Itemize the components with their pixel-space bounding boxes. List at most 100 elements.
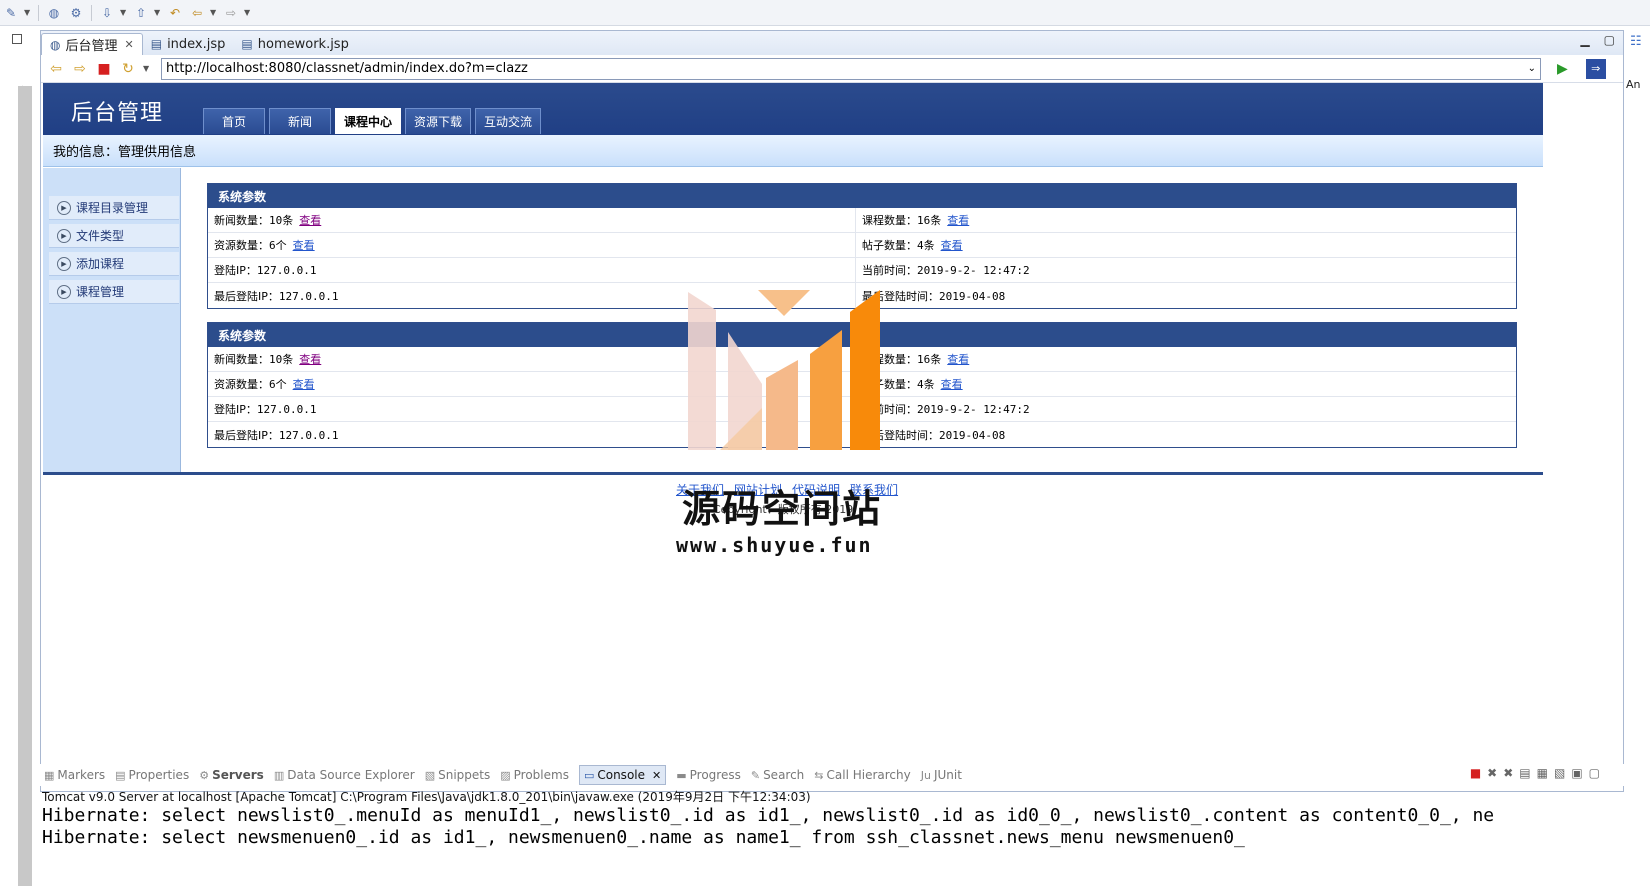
prev-annotation-icon[interactable]: ⇧ bbox=[132, 4, 150, 22]
scroll-lock-icon[interactable]: ▦ bbox=[1537, 766, 1548, 780]
open-external-icon[interactable]: ⇒ bbox=[1585, 58, 1606, 79]
nav-course-center[interactable]: 课程中心 bbox=[335, 108, 402, 134]
tab-admin[interactable]: ◍ 后台管理 ✕ bbox=[41, 33, 143, 55]
sidebar-item-add-course[interactable]: ▶ 添加课程 bbox=[49, 252, 179, 276]
close-icon[interactable]: ✕ bbox=[125, 38, 134, 51]
forward-icon[interactable]: ⇨ bbox=[222, 4, 240, 22]
tab-junit[interactable]: Ju JUnit bbox=[921, 768, 962, 782]
tab-label: Call Hierarchy bbox=[826, 768, 911, 782]
view-link[interactable]: 查看 bbox=[293, 237, 315, 253]
tab-console[interactable]: ▭ Console ✕ bbox=[578, 765, 667, 785]
tab-call-hierarchy[interactable]: ⇆ Call Hierarchy bbox=[814, 768, 910, 782]
watermark-shape bbox=[850, 290, 880, 450]
globe-icon[interactable]: ◍ bbox=[45, 4, 63, 22]
tab-markers[interactable]: ▦ Markers bbox=[44, 768, 105, 782]
tab-label: homework.jsp bbox=[257, 36, 349, 52]
terminate-icon[interactable]: ■ bbox=[1470, 766, 1481, 780]
field-label: 当前时间： bbox=[862, 264, 917, 277]
back-icon[interactable]: ⇦ bbox=[188, 4, 206, 22]
console-output[interactable]: Hibernate: select newslist0_.menuId as m… bbox=[42, 805, 1622, 849]
problems-icon: ▨ bbox=[500, 768, 511, 782]
watermark-shape bbox=[766, 360, 798, 450]
progress-icon: ▬ bbox=[676, 768, 687, 782]
maximize-icon[interactable]: ▢ bbox=[1604, 33, 1615, 47]
file-icon: ▤ bbox=[150, 37, 163, 51]
field-value: 16条 bbox=[917, 353, 942, 366]
view-link[interactable]: 查看 bbox=[947, 212, 969, 228]
tab-properties[interactable]: ▤ Properties bbox=[115, 768, 189, 782]
nav-downloads[interactable]: 资源下载 bbox=[405, 108, 472, 134]
outline-icon[interactable]: ☷ bbox=[1630, 34, 1642, 49]
hierarchy-icon: ⇆ bbox=[814, 768, 824, 782]
tab-search[interactable]: ✎ Search bbox=[751, 768, 804, 782]
field-value: 6个 bbox=[269, 378, 287, 391]
debug-icon[interactable]: ✎ bbox=[2, 4, 20, 22]
run-icon[interactable]: ⚙ bbox=[67, 4, 85, 22]
view-link[interactable]: 查看 bbox=[293, 376, 315, 392]
database-icon: ▥ bbox=[273, 768, 285, 782]
minimize-icon[interactable]: ▁ bbox=[1580, 33, 1589, 47]
chevron-down-icon[interactable]: ▼ bbox=[210, 8, 218, 17]
field-label: 最后登陆IP： bbox=[214, 428, 279, 442]
tab-label: index.jsp bbox=[167, 36, 226, 52]
tab-servers[interactable]: ⚙ Servers bbox=[199, 768, 264, 782]
stop-icon[interactable]: ■ bbox=[95, 61, 113, 77]
toolbar-divider bbox=[91, 4, 92, 21]
tab-problems[interactable]: ▨ Problems bbox=[500, 768, 569, 782]
nav-news[interactable]: 新闻 bbox=[269, 108, 331, 134]
close-icon[interactable]: ✕ bbox=[652, 769, 661, 782]
refresh-icon[interactable]: ↻ bbox=[119, 61, 137, 77]
field-label: 课程数量： bbox=[862, 214, 917, 227]
tab-data-source-explorer[interactable]: ▥ Data Source Explorer bbox=[274, 768, 415, 782]
chevron-down-icon[interactable]: ▼ bbox=[24, 8, 32, 17]
sidebar-item-file-types[interactable]: ▶ 文件类型 bbox=[49, 224, 179, 248]
display-console-icon[interactable]: ▢ bbox=[1589, 766, 1600, 780]
view-link[interactable]: 查看 bbox=[299, 212, 321, 228]
sidebar-item-course-catalog[interactable]: ▶ 课程目录管理 bbox=[49, 196, 179, 220]
word-wrap-icon[interactable]: ▧ bbox=[1554, 766, 1565, 780]
console-line: Hibernate: select newslist0_.menuId as m… bbox=[42, 805, 1495, 826]
chevron-down-icon[interactable]: ⌄ bbox=[1528, 63, 1536, 74]
site-header: 后台管理 首页 新闻 课程中心 资源下载 互动交流 bbox=[43, 83, 1543, 135]
nav-community[interactable]: 互动交流 bbox=[475, 108, 542, 134]
scrollbar[interactable] bbox=[18, 86, 32, 886]
view-link[interactable]: 查看 bbox=[299, 351, 321, 367]
back-icon[interactable]: ⇦ bbox=[47, 61, 65, 77]
go-icon[interactable]: ▶ bbox=[1557, 61, 1568, 77]
field-label: 资源数量： bbox=[214, 378, 269, 391]
tab-index-jsp[interactable]: ▤ index.jsp bbox=[143, 33, 234, 55]
url-input[interactable]: http://localhost:8080/classnet/admin/ind… bbox=[161, 57, 1541, 80]
panel-title: 系统参数 bbox=[208, 184, 1516, 208]
chevron-down-icon[interactable]: ▼ bbox=[120, 8, 128, 17]
forward-icon[interactable]: ⇨ bbox=[71, 61, 89, 77]
remove-all-icon[interactable]: ✖ bbox=[1503, 766, 1513, 780]
sidebar-item-course-manage[interactable]: ▶ 课程管理 bbox=[49, 280, 179, 304]
nav-home[interactable]: 首页 bbox=[203, 108, 265, 134]
sidebar-item-label: 课程目录管理 bbox=[76, 201, 149, 215]
next-annotation-icon[interactable]: ⇩ bbox=[98, 4, 116, 22]
right-minimized-panel: ☷ An bbox=[1624, 26, 1650, 893]
chevron-down-icon[interactable]: ▼ bbox=[244, 8, 252, 17]
clear-console-icon[interactable]: ▤ bbox=[1519, 766, 1530, 780]
tab-snippets[interactable]: ▧ Snippets bbox=[425, 768, 491, 782]
table-cell: 资源数量：6个 查看 bbox=[208, 233, 856, 257]
snippets-icon: ▧ bbox=[424, 768, 436, 782]
field-value: 4条 bbox=[917, 378, 935, 391]
view-link[interactable]: 查看 bbox=[947, 351, 969, 367]
pin-console-icon[interactable]: ▣ bbox=[1571, 766, 1582, 780]
url-text: http://localhost:8080/classnet/admin/ind… bbox=[166, 61, 528, 76]
tab-homework-jsp[interactable]: ▤ homework.jsp bbox=[233, 33, 356, 55]
chevron-down-icon[interactable]: ▼ bbox=[143, 64, 151, 73]
arrow-circle-icon: ▶ bbox=[57, 284, 71, 299]
restore-icon[interactable] bbox=[12, 34, 22, 44]
chevron-down-icon[interactable]: ▼ bbox=[154, 8, 162, 17]
view-link[interactable]: 查看 bbox=[941, 237, 963, 253]
window-controls: ▁ ▢ bbox=[1580, 33, 1615, 47]
tab-progress[interactable]: ▬ Progress bbox=[676, 768, 741, 782]
arrow-circle-icon: ▶ bbox=[57, 228, 71, 243]
remove-launch-icon[interactable]: ✖ bbox=[1487, 766, 1497, 780]
last-edit-icon[interactable]: ↶ bbox=[166, 4, 184, 22]
tab-label: Console bbox=[597, 768, 645, 782]
view-link[interactable]: 查看 bbox=[941, 376, 963, 392]
field-value: 16条 bbox=[917, 214, 942, 227]
